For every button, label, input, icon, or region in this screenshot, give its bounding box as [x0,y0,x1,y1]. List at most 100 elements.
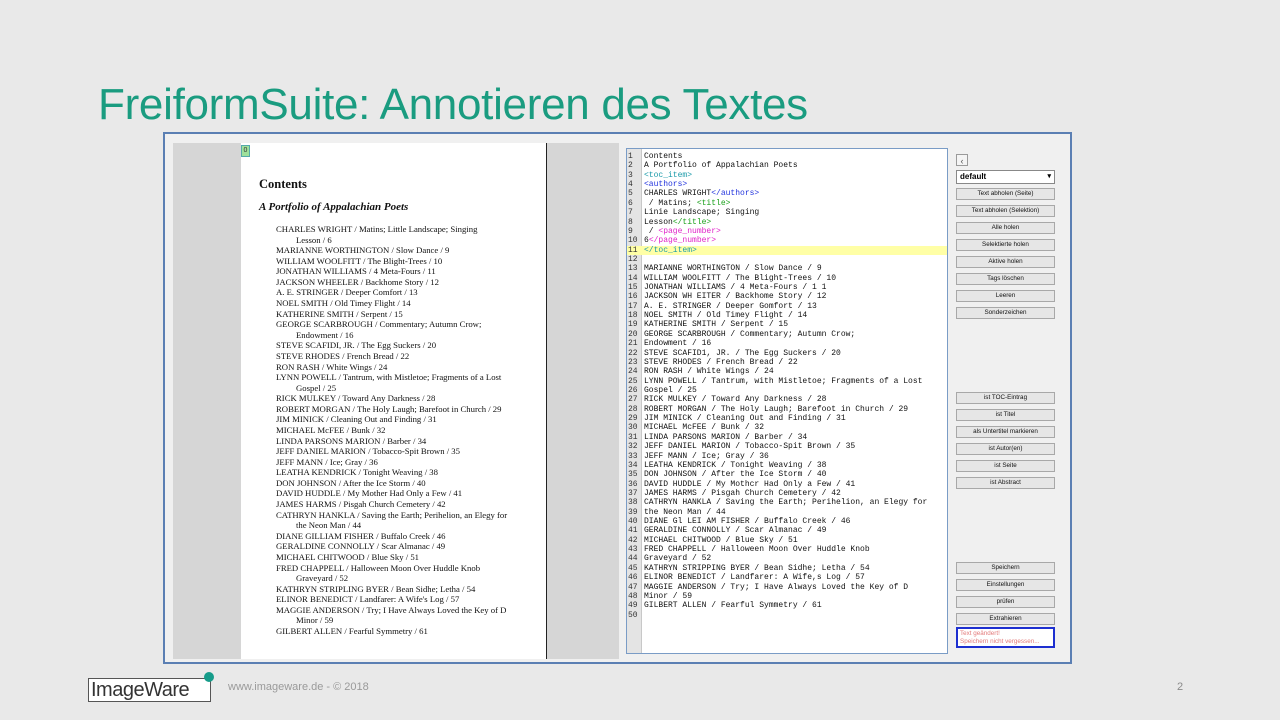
slide-number: 2 [1177,681,1184,693]
line-code: FRED CHAPPELL / Halloween Moon Over Hudd… [644,545,870,554]
text-abholen-seite-button[interactable]: Text abholen (Seite) [956,188,1055,200]
chevron-left-icon[interactable]: ‹ [956,154,968,166]
editor-line[interactable]: 50 [627,611,947,620]
editor-line[interactable]: 24 RON RASH / White Wings / 24 [627,367,947,376]
line-number: 30 [628,423,638,433]
line-code: JEFF MANN / Ice; Gray / 36 [644,452,769,461]
line-text: KATHRYN STRIPPING BYER / Bean Sidhe; Let… [644,563,870,573]
editor-line[interactable]: 34 LEATHA KENDRICK / Tonight Weaving / 38 [627,461,947,470]
line-number: 49 [628,601,638,611]
editor-line[interactable]: 21 Endowment / 16 [627,339,947,348]
line-number: 28 [628,404,638,414]
line-number: 41 [628,526,638,536]
editor-line[interactable]: 41 GERALDINE CONNOLLY / Scar Almanac / 49 [627,526,947,535]
editor-line[interactable]: 7 Linie Landscape; Singing [627,208,947,217]
line-text: WILLIAM WOOLFITT / The Blight-Trees / 10 [644,273,837,283]
editor-line[interactable]: 49 GILBERT ALLEN / Fearful Symmetry / 61 [627,601,947,610]
editor-line[interactable]: 48 Minor / 59 [627,592,947,601]
text-editor[interactable]: 1 Contents 2 A Portfolio of Appalachian Poe… [626,148,948,654]
editor-line[interactable]: 22 STEVE SCAFID1, JR. / The Egg Suckers /… [627,349,947,358]
editor-line[interactable]: 27 RICK MULKEY / Toward Any Darkness / 28 [627,395,947,404]
ist-toc-eintrag-button[interactable]: ist TOC-Eintrag [956,392,1055,404]
toc-entry: ELINOR BENEDICT / Landfarer: A Wife's Lo… [276,594,460,605]
pr-fen-button[interactable]: prüfen [956,596,1055,608]
toc-entry: the Neon Man / 44 [296,520,362,531]
toc-entry: JONATHAN WILLIAMS / 4 Meta-Fours / 11 [276,266,436,277]
editor-line[interactable]: 23 STEVE RHODES / French Bread / 22 [627,358,947,367]
alle-holen-button[interactable]: Alle holen [956,222,1055,234]
editor-line[interactable]: 37 JAMES HARMS / Pisgah Church Cemetery /… [627,489,947,498]
editor-line[interactable]: 33 JEFF MANN / Ice; Gray / 36 [627,452,947,461]
editor-line[interactable]: 31 LINDA PARSONS MARION / Barber / 34 [627,433,947,442]
aktive-holen-button[interactable]: Aktive holen [956,256,1055,268]
line-number: 48 [628,591,638,601]
editor-line[interactable]: 15 JONATHAN WILLIAMS / 4 Meta-Fours / 1 1 [627,283,947,292]
editor-line[interactable]: 42 MICHAEL CHITWOOD / Blue Sky / 51 [627,536,947,545]
line-code: DIANE Gl LEI AM FISHER / Buffalo Creek /… [644,517,850,526]
editor-line[interactable]: 13 MARIANNE WORTHINGTON / Slow Dance / 9 [627,264,947,273]
editor-line[interactable]: 30 MICHAEL McFEE / Bunk / 32 [627,423,947,432]
editor-line[interactable]: 8 Lesson</title> [627,218,947,227]
line-code: / <page_number> [644,227,721,236]
speichern-button[interactable]: Speichern [956,562,1055,574]
editor-line[interactable]: 28 ROBERT MORGAN / The Holy Laugh; Barefo… [627,405,947,414]
editor-line[interactable]: 26 Gospel / 25 [627,386,947,395]
editor-line[interactable]: 16 JACKSON WH EITER / Backhome Story / 12 [627,292,947,301]
editor-line[interactable]: 1 Contents [627,152,947,161]
ist-titel-button[interactable]: ist Titel [956,409,1055,421]
editor-line[interactable]: 44 Graveyard / 52 [627,554,947,563]
toc-entry: LEATHA KENDRICK / Tonight Weaving / 38 [276,467,438,478]
editor-lines[interactable]: 1 Contents 2 A Portfolio of Appalachian Poe… [627,152,947,620]
editor-line[interactable]: 18 NOEL SMITH / Old Timey Flight / 14 [627,311,947,320]
editor-line[interactable]: 11 </toc_item> [627,245,947,255]
document-subheading: A Portfolio of Appalachian Poets [259,201,409,213]
editor-line[interactable]: 17 A. E. STRINGER / Deeper Gomfort / 13 [627,302,947,311]
editor-line[interactable]: 29 JIM MINICK / Cleaning Out and Finding … [627,414,947,423]
document-preview[interactable]: 0 Contents A Portfolio of Appalachian Po… [173,143,619,659]
editor-line[interactable]: 6 / Matins; <title> [627,199,947,208]
einstellungen-button[interactable]: Einstellungen [956,579,1055,591]
sonderzeichen-button[interactable]: Sonderzeichen [956,307,1055,319]
extrahieren-button[interactable]: Extrahieren [956,613,1055,625]
editor-line[interactable]: 40 DIANE Gl LEI AM FISHER / Buffalo Creek… [627,517,947,526]
toc-entry: JAMES HARMS / Pisgah Church Cemetery / 4… [276,499,446,510]
selektierte-holen-button[interactable]: Selektierte holen [956,239,1055,251]
line-code: JACKSON WH EITER / Backhome Story / 12 [644,292,826,301]
imageware-logo: ImageWare [88,672,214,703]
editor-line[interactable]: 45 KATHRYN STRIPPING BYER / Bean Sidhe; L… [627,564,947,573]
als-untertitel-markieren-button[interactable]: als Untertitel markieren [956,426,1055,438]
line-text: LEATHA KENDRICK / Tonight Weaving / 38 [644,460,827,470]
editor-line[interactable]: 47 MAGGIE ANDERSON / Try; I Have Always L… [627,583,947,592]
editor-line[interactable]: 20 GEORGE SCARBROUGH / Commentary; Autumn… [627,330,947,339]
editor-line[interactable]: 36 DAVID HUDDLE / My Mothcr Had Only a Fe… [627,480,947,489]
line-code: DAVID HUDDLE / My Mothcr Had Only a Few … [644,480,855,489]
editor-line[interactable]: 5 CHARLES WRIGHT</authors> [627,189,947,198]
ist-abstract-button[interactable]: ist Abstract [956,477,1055,489]
editor-line[interactable]: 46 ELINOR BENEDICT / Landfarer: A Wife,s … [627,573,947,582]
tags-l-schen-button[interactable]: Tags löschen [956,273,1055,285]
editor-line[interactable]: 39 the Neon Man / 44 [627,508,947,517]
editor-line[interactable]: 14 WILLIAM WOOLFITT / The Blight-Trees / … [627,274,947,283]
editor-line[interactable]: 10 6</page_number> [627,236,947,245]
profile-select-value: default [960,172,987,181]
editor-line[interactable]: 38 CATHRYN HANKLA / Saving the Earth; Per… [627,498,947,507]
editor-line[interactable]: 3 <toc_item> [627,171,947,180]
editor-line[interactable]: 9 / <page_number> [627,227,947,236]
editor-line[interactable]: 19 KATHERINE SMITH / Serpent / 15 [627,320,947,329]
line-code: the Neon Man / 44 [644,508,726,517]
editor-line[interactable]: 12 [627,255,947,264]
line-code: LYNN POWELL / Tantrum, with Mistletoe; F… [644,377,922,386]
editor-line[interactable]: 32 JEFF DANIEL MARION / Tobacco-Spit Brow… [627,442,947,451]
editor-line[interactable]: 25 LYNN POWELL / Tantrum, with Mistletoe;… [627,377,947,386]
editor-line[interactable]: 43 FRED CHAPPELL / Halloween Moon Over Hu… [627,545,947,554]
leeren-button[interactable]: Leeren [956,290,1055,302]
text-abholen-selektion-button[interactable]: Text abholen (Selektion) [956,205,1055,217]
editor-line[interactable]: 4 <authors> [627,180,947,189]
profile-select[interactable]: default ▾ [956,170,1055,184]
toc-entry: JEFF MANN / Ice; Gray / 36 [276,456,378,467]
ist-seite-button[interactable]: ist Seite [956,460,1055,472]
line-text: DAVID HUDDLE / My Mothcr Had Only a Few … [644,479,856,489]
ist-autor-en-button[interactable]: ist Autor(en) [956,443,1055,455]
editor-line[interactable]: 2 A Portfolio of Appalachian Poets [627,161,947,170]
editor-line[interactable]: 35 DON JOHNSON / After the Ice Storm / 40 [627,470,947,479]
